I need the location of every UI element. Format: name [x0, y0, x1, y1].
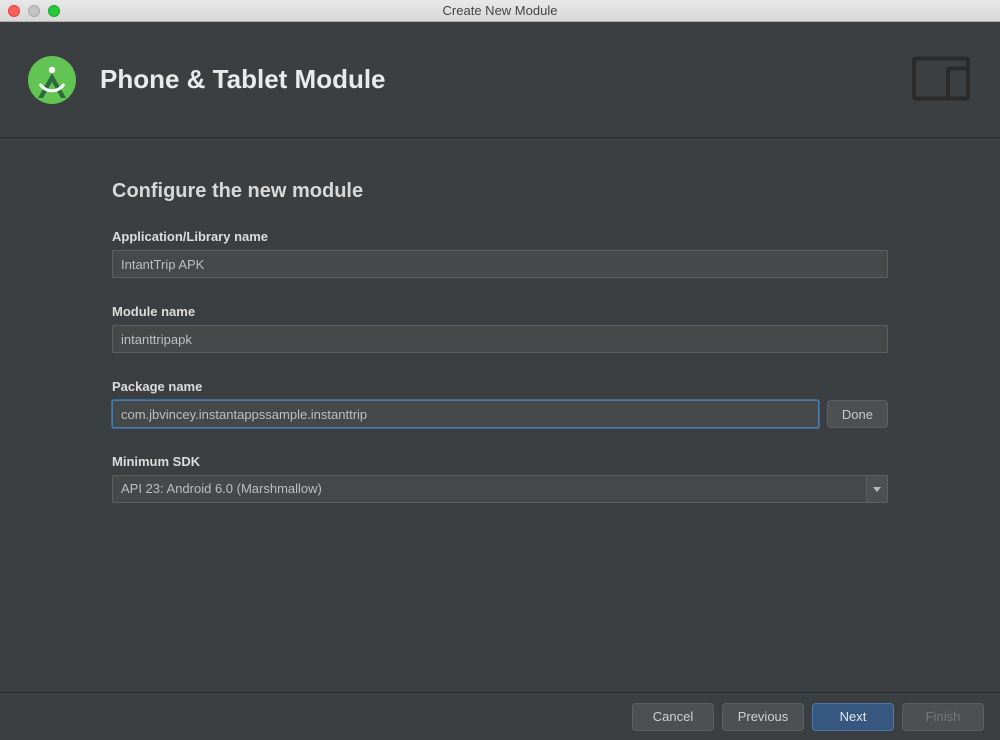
- minimum-sdk-select[interactable]: API 23: Android 6.0 (Marshmallow): [112, 475, 888, 503]
- finish-button: Finish: [902, 703, 984, 731]
- package-name-done-button[interactable]: Done: [827, 400, 888, 428]
- package-name-field-group: Package name Done: [112, 379, 888, 428]
- package-name-label: Package name: [112, 379, 888, 394]
- wizard-footer: Cancel Previous Next Finish: [0, 692, 1000, 740]
- wizard-content: Configure the new module Application/Lib…: [0, 138, 1000, 549]
- cancel-button[interactable]: Cancel: [632, 703, 714, 731]
- android-studio-icon: [28, 56, 76, 104]
- minimum-sdk-field-group: Minimum SDK API 23: Android 6.0 (Marshma…: [112, 454, 888, 503]
- previous-button[interactable]: Previous: [722, 703, 804, 731]
- next-button[interactable]: Next: [812, 703, 894, 731]
- window-controls: [0, 5, 60, 17]
- application-name-label: Application/Library name: [112, 229, 888, 244]
- window-maximize-button[interactable]: [48, 5, 60, 17]
- window-titlebar: Create New Module: [0, 0, 1000, 22]
- phone-tablet-icon: [912, 56, 972, 103]
- application-name-field-group: Application/Library name: [112, 229, 888, 278]
- window-close-button[interactable]: [8, 5, 20, 17]
- minimum-sdk-label: Minimum SDK: [112, 454, 888, 469]
- wizard-title: Phone & Tablet Module: [100, 64, 386, 95]
- window-title: Create New Module: [0, 3, 1000, 18]
- wizard-header: Phone & Tablet Module: [0, 22, 1000, 138]
- module-name-label: Module name: [112, 304, 888, 319]
- section-title: Configure the new module: [112, 180, 888, 203]
- module-name-input[interactable]: [112, 325, 888, 353]
- package-name-input[interactable]: [112, 400, 819, 428]
- module-name-field-group: Module name: [112, 304, 888, 353]
- window-minimize-button[interactable]: [28, 5, 40, 17]
- application-name-input[interactable]: [112, 250, 888, 278]
